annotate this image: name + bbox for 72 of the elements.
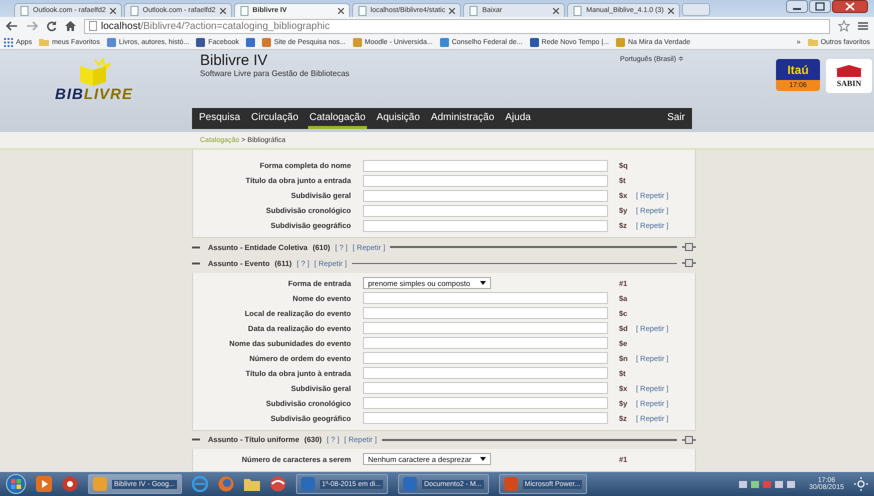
- close-icon[interactable]: [338, 8, 344, 14]
- folder-icon: [38, 38, 49, 46]
- square-icon: [262, 38, 271, 46]
- menu-item[interactable]: Ajuda: [504, 108, 532, 129]
- start-orb-icon[interactable]: [6, 474, 26, 494]
- app-title: Biblivre IV: [200, 52, 269, 69]
- text-field[interactable]: [363, 160, 608, 172]
- square-icon: [246, 38, 255, 46]
- app-icon: [504, 477, 518, 491]
- reload-icon[interactable]: [46, 20, 57, 32]
- close-icon[interactable]: [832, 0, 868, 13]
- close-icon[interactable]: [220, 8, 226, 14]
- text-field[interactable]: [363, 337, 608, 350]
- text-field[interactable]: [363, 204, 608, 216]
- page-icon: [89, 21, 97, 31]
- square-icon: [440, 38, 449, 46]
- home-icon[interactable]: [65, 21, 76, 31]
- logo-wordmark: BIBLIVRE: [54, 86, 134, 103]
- grid-icon: [4, 38, 13, 46]
- text-field[interactable]: [363, 397, 608, 410]
- round-app-icon[interactable]: [62, 476, 78, 492]
- dropdown-arrow-icon: [480, 281, 486, 286]
- collapse-icon[interactable]: [192, 438, 200, 442]
- menu-item[interactable]: Circulação: [250, 108, 300, 129]
- dropdown-arrow-icon: [480, 457, 486, 462]
- expand-handle-icon[interactable]: [682, 259, 696, 268]
- collapse-icon[interactable]: [192, 246, 200, 249]
- menu-item[interactable]: Aquisição: [376, 108, 421, 129]
- square-icon: [106, 38, 116, 46]
- back-icon[interactable]: [6, 21, 18, 31]
- text-field[interactable]: [363, 190, 608, 202]
- text-field[interactable]: [363, 367, 608, 380]
- book-icon: [77, 58, 111, 86]
- folder-icon: [808, 38, 818, 46]
- menu-icon[interactable]: [858, 21, 868, 31]
- square-icon: [352, 38, 362, 46]
- minimize-icon[interactable]: [786, 0, 808, 13]
- square-icon: [196, 38, 206, 46]
- app-icon: [403, 477, 418, 491]
- logout-link[interactable]: Sair: [666, 108, 686, 129]
- bookmark-icon[interactable]: [246, 38, 255, 46]
- text-field[interactable]: [363, 292, 608, 304]
- close-icon[interactable]: [668, 8, 674, 14]
- square-icon: [530, 38, 539, 46]
- text-field[interactable]: [363, 307, 608, 320]
- building-icon: [835, 64, 863, 76]
- close-icon[interactable]: [553, 8, 560, 14]
- text-field[interactable]: [363, 220, 608, 232]
- menu-item[interactable]: Catalogação: [308, 108, 367, 129]
- collapse-icon[interactable]: [192, 262, 200, 265]
- show-desktop-icon[interactable]: [854, 477, 868, 491]
- text-field[interactable]: [363, 322, 608, 334]
- media-player-icon[interactable]: [36, 476, 52, 492]
- close-icon[interactable]: [110, 8, 116, 14]
- close-icon[interactable]: [449, 8, 456, 14]
- text-field[interactable]: [363, 352, 608, 364]
- menu-item[interactable]: Administração: [430, 108, 496, 129]
- star-icon[interactable]: [838, 20, 850, 32]
- text-field[interactable]: [363, 382, 608, 394]
- square-icon: [616, 38, 625, 46]
- expand-handle-icon[interactable]: [682, 243, 696, 252]
- address-field[interactable]: localhost/Biblivre4/?action=cataloging_bibliographic: [84, 18, 830, 34]
- app-icon: [300, 477, 315, 491]
- folder-icon[interactable]: [244, 477, 260, 491]
- menu-item[interactable]: Pesquisa: [198, 108, 242, 129]
- maximize-icon[interactable]: [809, 0, 831, 13]
- app-icon: [93, 477, 107, 491]
- text-field[interactable]: [363, 412, 608, 424]
- sponsor-logo: SABIN: [826, 59, 872, 93]
- text-field[interactable]: [363, 174, 608, 186]
- app-subtitle: Software Livre para Gestão de Bibliotecas: [200, 69, 350, 78]
- expand-handle-icon[interactable]: [682, 436, 696, 444]
